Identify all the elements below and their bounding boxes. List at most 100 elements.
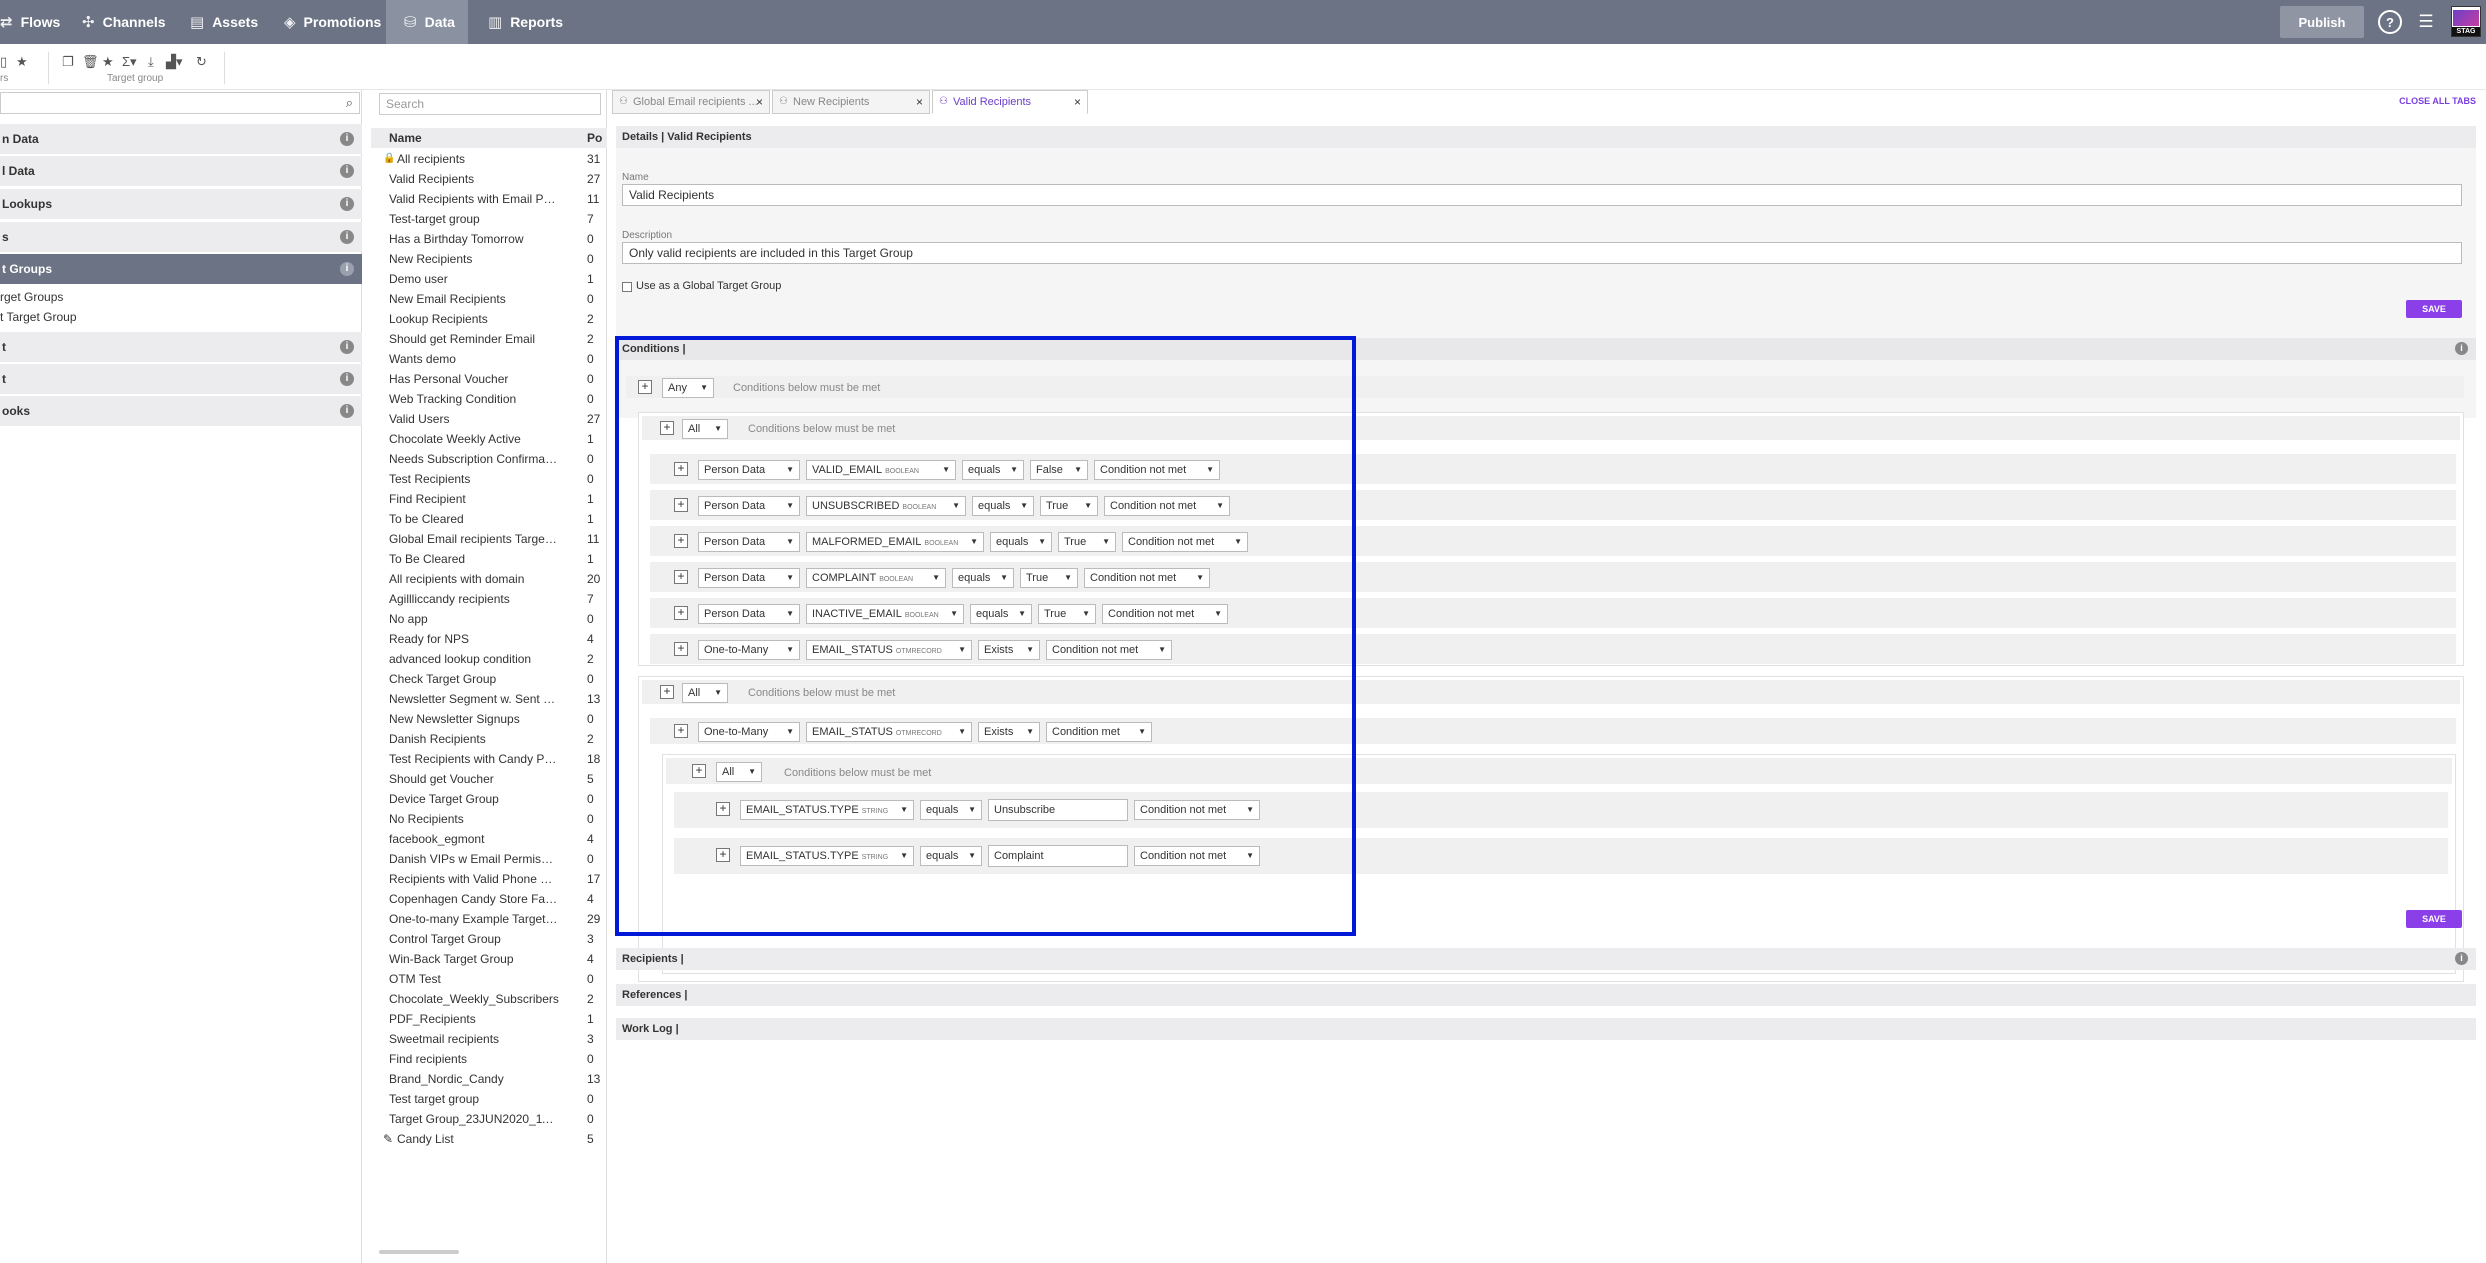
- condition-state-dropdown[interactable]: Condition not met ▼: [1134, 846, 1260, 866]
- subgroup-match-mode-dropdown[interactable]: All ▼: [716, 762, 762, 782]
- list-item[interactable]: Valid Recipients 27: [371, 169, 607, 189]
- list-item[interactable]: New Recipients 0: [371, 249, 607, 269]
- list-item[interactable]: One-to-many Example Target Gro... 29: [371, 909, 607, 929]
- operator-dropdown[interactable]: Exists ▼: [978, 640, 1040, 660]
- list-item[interactable]: New Newsletter Signups 0: [371, 709, 607, 729]
- sum-icon[interactable]: Σ▾: [122, 54, 137, 70]
- list-item[interactable]: Test-target group 7: [371, 209, 607, 229]
- avatar[interactable]: STAG: [2451, 6, 2481, 37]
- list-item[interactable]: No Recipients 0: [371, 809, 607, 829]
- category-item[interactable]: l Data i: [0, 156, 362, 186]
- close-icon[interactable]: ×: [916, 91, 923, 113]
- list-item[interactable]: Target Group_23JUN2020_11465... 0: [371, 1109, 607, 1129]
- add-condition-button[interactable]: +: [674, 606, 688, 620]
- info-icon[interactable]: i: [340, 404, 354, 418]
- condition-state-dropdown[interactable]: Condition not met ▼: [1134, 800, 1260, 820]
- tab-new-recipients[interactable]: ⚇ New Recipients ×: [772, 90, 930, 114]
- column-header-name[interactable]: Name: [389, 128, 422, 148]
- list-item[interactable]: Danish VIPs w Email Permission 0: [371, 849, 607, 869]
- operator-dropdown[interactable]: equals ▼: [972, 496, 1034, 516]
- trash-icon[interactable]: 🗑: [82, 54, 99, 70]
- nav-reports[interactable]: ▥ Reports: [480, 0, 580, 44]
- nav-channels[interactable]: ✣ Channels: [76, 0, 176, 44]
- info-icon[interactable]: i: [340, 372, 354, 386]
- category-item[interactable]: ti: [0, 332, 362, 362]
- list-item[interactable]: No app 0: [371, 609, 607, 629]
- nav-flows[interactable]: ⇄ Flows: [0, 0, 62, 44]
- target-group-search-input[interactable]: Search: [379, 93, 601, 115]
- list-item[interactable]: Test Recipients with Candy Prefer... 18: [371, 749, 607, 769]
- condition-state-dropdown[interactable]: Condition not met ▼: [1046, 640, 1172, 660]
- details-save-button[interactable]: SAVE: [2406, 300, 2462, 318]
- add-condition-button[interactable]: +: [692, 764, 706, 778]
- root-match-mode-dropdown[interactable]: Any ▼: [662, 378, 714, 398]
- field-dropdown[interactable]: EMAIL_STATUS.TYPE STRING ▼: [740, 846, 914, 866]
- conditions-section-header[interactable]: Conditions | i: [616, 338, 2476, 360]
- list-item[interactable]: ✎ Candy List 5: [371, 1129, 607, 1149]
- field-dropdown[interactable]: EMAIL_STATUS OTMRECORD ▼: [806, 640, 972, 660]
- condition-state-dropdown[interactable]: Condition not met ▼: [1104, 496, 1230, 516]
- tab-valid-recipients[interactable]: ⚇ Valid Recipients ×: [932, 90, 1088, 114]
- export-icon[interactable]: ⤓: [148, 54, 154, 70]
- operator-dropdown[interactable]: equals ▼: [920, 800, 982, 820]
- source-dropdown[interactable]: Person Data ▼: [698, 460, 800, 480]
- add-condition-button[interactable]: +: [674, 462, 688, 476]
- category-item[interactable]: si: [0, 222, 362, 252]
- list-item[interactable]: Agillliccandy recipients 7: [371, 589, 607, 609]
- value-dropdown[interactable]: True ▼: [1058, 532, 1116, 552]
- list-item[interactable]: Should get Voucher 5: [371, 769, 607, 789]
- category-item[interactable]: Lookups i: [0, 189, 362, 219]
- chart-dropdown-icon[interactable]: ▟▾: [166, 54, 183, 70]
- add-condition-button[interactable]: +: [674, 642, 688, 656]
- source-dropdown[interactable]: Person Data ▼: [698, 532, 800, 552]
- list-item[interactable]: Copenhagen Candy Store Favorit... 4: [371, 889, 607, 909]
- info-icon[interactable]: i: [340, 164, 354, 178]
- add-condition-button[interactable]: +: [660, 421, 674, 435]
- value-dropdown[interactable]: True ▼: [1038, 604, 1096, 624]
- favorite-icon[interactable]: ★: [16, 54, 28, 70]
- list-item[interactable]: Has a Birthday Tomorrow 0: [371, 229, 607, 249]
- value-input[interactable]: Unsubscribe: [988, 799, 1128, 821]
- value-dropdown[interactable]: True ▼: [1040, 496, 1098, 516]
- list-item[interactable]: Test target group 0: [371, 1089, 607, 1109]
- subitem-target-groups[interactable]: rget Groups: [0, 290, 63, 304]
- list-item[interactable]: Global Email recipients Target Gro... 11: [371, 529, 607, 549]
- settings-sliders-icon[interactable]: ☰: [2414, 10, 2438, 34]
- add-condition-button[interactable]: +: [674, 534, 688, 548]
- help-icon[interactable]: ?: [2378, 10, 2402, 34]
- global-target-group-checkbox[interactable]: [622, 282, 632, 292]
- close-icon[interactable]: ×: [1074, 91, 1081, 113]
- condition-state-dropdown[interactable]: Condition not met ▼: [1094, 460, 1220, 480]
- info-icon[interactable]: i: [340, 340, 354, 354]
- list-item[interactable]: Test Recipients 0: [371, 469, 607, 489]
- worklog-section-header[interactable]: Work Log |: [616, 1018, 2476, 1040]
- list-item[interactable]: OTM Test 0: [371, 969, 607, 989]
- field-dropdown[interactable]: MALFORMED_EMAIL BOOLEAN ▼: [806, 532, 984, 552]
- list-item[interactable]: Valid Recipients with Email Permi... 11: [371, 189, 607, 209]
- list-item[interactable]: Find recipients 0: [371, 1049, 607, 1069]
- copy-icon[interactable]: ❐: [62, 54, 74, 70]
- list-item[interactable]: Sweetmail recipients 3: [371, 1029, 607, 1049]
- info-icon[interactable]: i: [340, 197, 354, 211]
- list-item[interactable]: Has Personal Voucher 0: [371, 369, 607, 389]
- info-icon[interactable]: i: [340, 262, 354, 276]
- condition-state-dropdown[interactable]: Condition met ▼: [1046, 722, 1152, 742]
- operator-dropdown[interactable]: equals ▼: [970, 604, 1032, 624]
- info-icon[interactable]: i: [2455, 952, 2468, 965]
- details-section-header[interactable]: Details | Valid Recipients: [616, 126, 2476, 148]
- info-icon[interactable]: i: [340, 230, 354, 244]
- add-condition-button[interactable]: +: [660, 685, 674, 699]
- info-icon[interactable]: i: [340, 132, 354, 146]
- condition-state-dropdown[interactable]: Condition not met ▼: [1122, 532, 1248, 552]
- list-item[interactable]: PDF_Recipients 1: [371, 1009, 607, 1029]
- list-item[interactable]: All recipients with domain 20: [371, 569, 607, 589]
- category-search-input[interactable]: ⌕: [0, 92, 360, 114]
- list-item[interactable]: Should get Reminder Email 2: [371, 329, 607, 349]
- star-icon[interactable]: ★: [102, 54, 114, 70]
- list-item[interactable]: To be Cleared 1: [371, 509, 607, 529]
- add-condition-button[interactable]: +: [638, 380, 652, 394]
- close-all-tabs-link[interactable]: CLOSE ALL TABS: [2399, 96, 2476, 106]
- list-item[interactable]: 🔒 All recipients 31: [371, 149, 607, 169]
- category-item[interactable]: n Data i: [0, 124, 362, 154]
- value-dropdown[interactable]: False ▼: [1030, 460, 1088, 480]
